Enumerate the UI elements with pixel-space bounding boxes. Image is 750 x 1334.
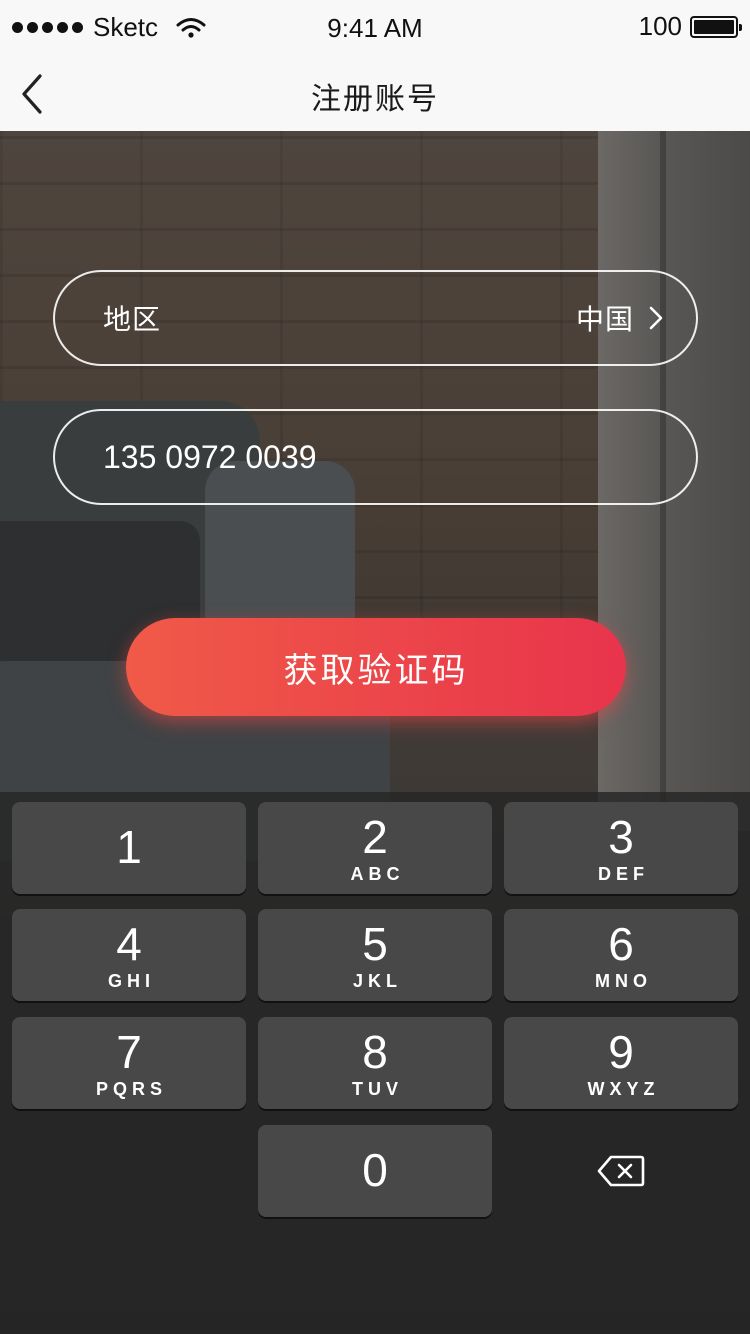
key-digit: 7: [116, 1026, 142, 1078]
key-letters: MNO: [595, 971, 652, 991]
battery-icon: [690, 15, 742, 38]
status-bar: Sketc 9:41 AM 100: [0, 0, 750, 56]
key-digit: 0: [362, 1144, 388, 1196]
battery-percentage: 100: [638, 11, 682, 41]
key-digit: 9: [608, 1026, 634, 1078]
region-value: 中国: [575, 303, 634, 336]
key-digit: 8: [362, 1026, 388, 1078]
key-2[interactable]: 2 ABC: [258, 802, 492, 894]
key-letters: JKL: [352, 971, 402, 991]
key-letters: GHI: [107, 971, 155, 991]
delete-button[interactable]: [504, 1125, 738, 1217]
key-7[interactable]: 7 PQRS: [12, 1017, 246, 1109]
key-letters: PQRS: [95, 1079, 167, 1099]
key-digit: 2: [362, 811, 388, 863]
key-digit: 1: [116, 821, 142, 873]
navigation-bar: 注册账号: [0, 56, 750, 131]
key-digit: 5: [362, 918, 388, 970]
page-title: 注册账号: [311, 82, 439, 117]
key-digit: 3: [608, 811, 634, 863]
region-label: 地区: [103, 303, 162, 336]
numeric-keypad: 1 2 ABC 3 DEF 4 GHI 5 JKL 6 MNO 7 PQRS 8…: [0, 792, 750, 1334]
backspace-icon: [597, 1155, 645, 1187]
key-3[interactable]: 3 DEF: [504, 802, 738, 894]
key-letters: DEF: [598, 864, 649, 884]
phone-number-value: 135 0972 0039: [103, 438, 317, 475]
key-letters: WXYZ: [587, 1079, 660, 1099]
key-digit: 6: [608, 918, 634, 970]
status-time: 9:41 AM: [327, 13, 423, 43]
chevron-right-icon: [649, 306, 663, 330]
key-digit: 4: [116, 918, 142, 970]
get-verification-code-button[interactable]: 获取验证码: [126, 618, 626, 716]
key-1[interactable]: 1: [12, 802, 246, 894]
key-0[interactable]: 0: [258, 1125, 492, 1217]
region-selector[interactable]: 地区 中国: [53, 270, 698, 366]
key-4[interactable]: 4 GHI: [12, 909, 246, 1001]
key-8[interactable]: 8 TUV: [258, 1017, 492, 1109]
key-9[interactable]: 9 WXYZ: [504, 1017, 738, 1109]
key-5[interactable]: 5 JKL: [258, 909, 492, 1001]
key-letters: ABC: [350, 864, 405, 884]
key-6[interactable]: 6 MNO: [504, 909, 738, 1001]
status-right: 100: [638, 11, 742, 42]
phone-number-field[interactable]: 135 0972 0039: [53, 409, 698, 505]
key-letters: TUV: [352, 1079, 403, 1099]
